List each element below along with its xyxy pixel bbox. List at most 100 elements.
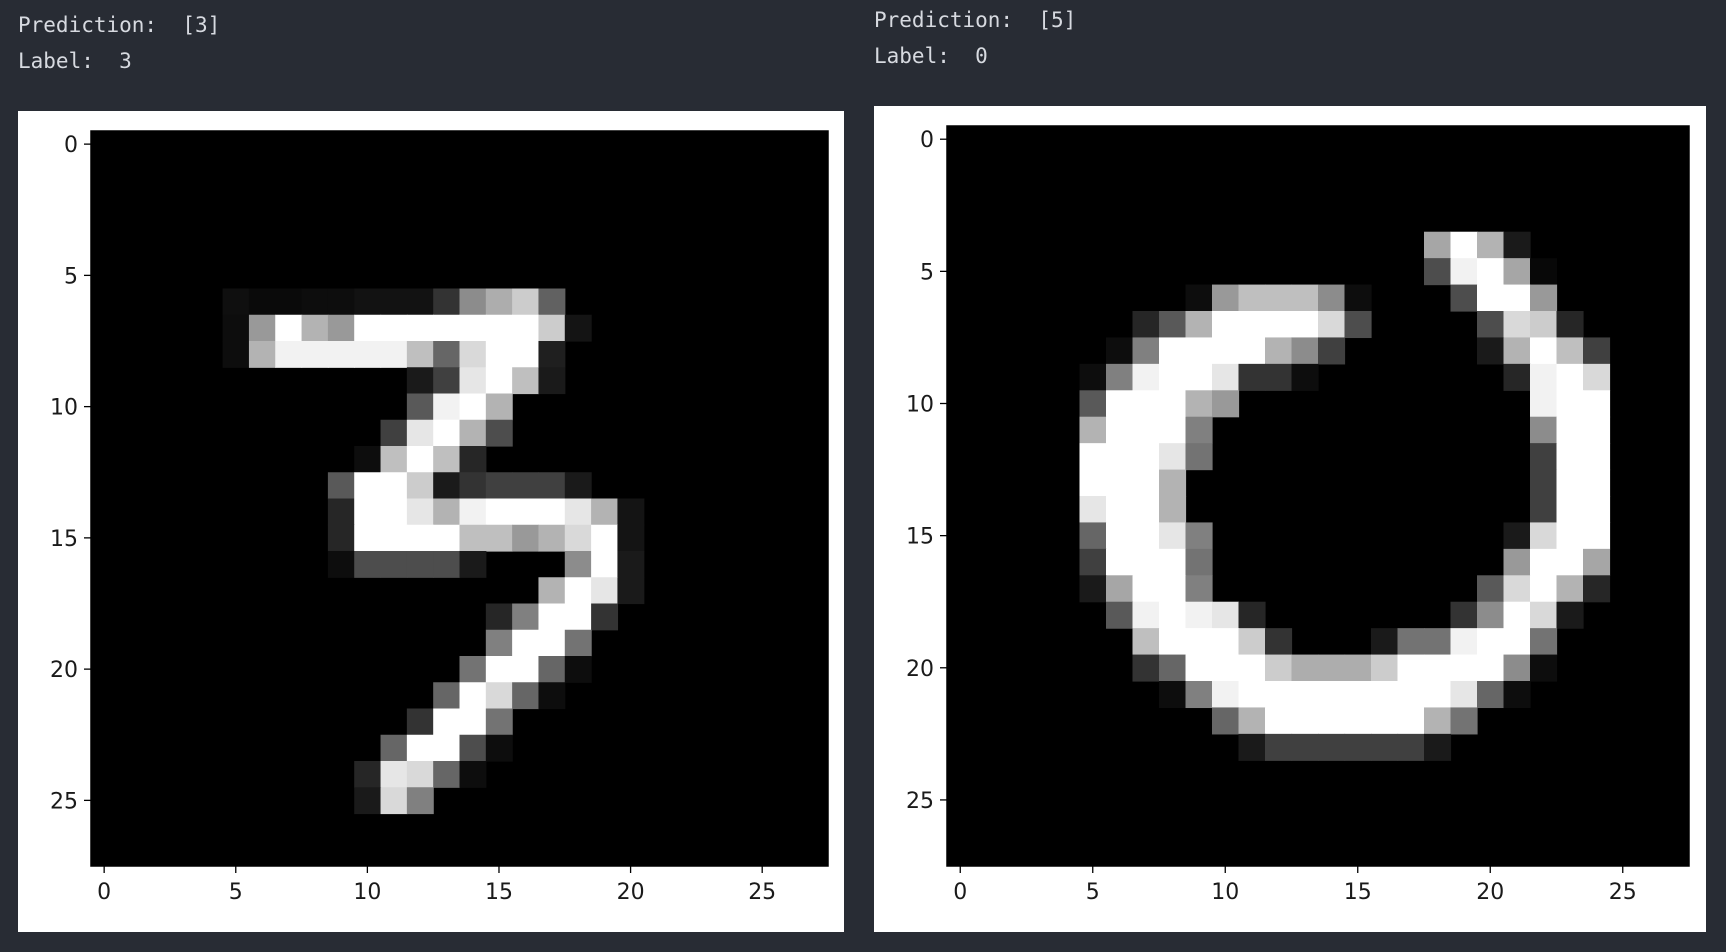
pixel — [1106, 363, 1134, 391]
output-cell-2: Prediction: [5] Label: 0 0 5 10 15 20 25 0 5 10 1… — [860, 0, 1726, 952]
pixel — [591, 603, 619, 631]
pixel — [1079, 416, 1107, 444]
pixel — [617, 577, 645, 605]
pixel — [1132, 496, 1160, 524]
pixel — [1583, 548, 1611, 576]
pixel — [564, 603, 592, 631]
y-tick-label: 15 — [50, 527, 78, 552]
pixel — [1450, 654, 1478, 682]
pixel — [1079, 548, 1107, 576]
pixel — [1424, 654, 1452, 682]
pixel — [538, 367, 566, 395]
pixel — [1106, 416, 1134, 444]
pixel — [222, 341, 250, 368]
pixel — [591, 524, 619, 552]
pixel — [380, 446, 408, 473]
pixel — [354, 341, 382, 368]
label-line-2: Label: 0 — [874, 38, 988, 74]
pixel — [512, 682, 540, 710]
pixel — [1450, 284, 1478, 312]
pixel — [459, 682, 487, 710]
pixel — [380, 524, 408, 552]
pixel — [1132, 601, 1160, 629]
pixel — [512, 367, 540, 395]
pixel — [512, 314, 540, 342]
pixel — [1212, 363, 1240, 391]
pixel — [1291, 654, 1319, 682]
pixel — [1530, 390, 1558, 418]
pixel — [1477, 681, 1505, 709]
pixel — [1530, 258, 1558, 286]
pixel — [459, 708, 487, 736]
pixel — [485, 472, 513, 500]
pixel — [1503, 628, 1531, 656]
pixel — [1344, 311, 1372, 339]
pixel — [1159, 337, 1187, 365]
pixel — [564, 498, 592, 526]
pixel — [380, 314, 408, 342]
pixel — [1477, 601, 1505, 629]
pixel — [512, 524, 540, 552]
pixel — [1238, 654, 1266, 682]
pixel — [406, 551, 434, 578]
pixel — [406, 708, 434, 736]
pixel — [485, 341, 513, 368]
pixel — [406, 288, 434, 316]
pixel — [1265, 654, 1293, 682]
pixel — [1106, 496, 1134, 524]
pixel — [485, 393, 513, 421]
pixel — [1132, 469, 1160, 497]
pixel — [538, 498, 566, 526]
pixel — [1397, 681, 1425, 709]
pixel — [406, 393, 434, 421]
pixel — [248, 288, 276, 316]
pixel — [354, 314, 382, 342]
pixel — [459, 761, 487, 788]
pixel — [564, 629, 592, 657]
pixel — [380, 472, 408, 500]
pixel — [1424, 258, 1452, 286]
pixel — [1318, 311, 1346, 339]
pixel — [1477, 654, 1505, 682]
digit-figure-1: 0 5 10 15 20 25 0 5 10 15 20 25 — [18, 111, 844, 932]
pixel — [1185, 628, 1213, 656]
y-tick-label: 0 — [64, 133, 78, 158]
pixel — [433, 734, 461, 762]
y-tick-label: 5 — [920, 260, 934, 285]
pixel — [485, 656, 513, 683]
pixel — [380, 419, 408, 447]
pixel — [406, 734, 434, 762]
pixel — [1079, 575, 1107, 603]
pixel — [1159, 548, 1187, 576]
pixel — [1159, 681, 1187, 709]
pixel — [1291, 284, 1319, 312]
pixel — [1106, 601, 1134, 629]
pixel — [1185, 654, 1213, 682]
pixel — [1185, 416, 1213, 444]
pixel — [1159, 496, 1187, 524]
pixel — [1556, 522, 1584, 550]
pixel — [1079, 443, 1107, 471]
pixel — [1185, 575, 1213, 603]
pixel — [1106, 548, 1134, 576]
pixel — [1397, 707, 1425, 735]
pixel — [564, 656, 592, 683]
x-tick-label: 10 — [1211, 880, 1239, 905]
pixel — [1583, 363, 1611, 391]
x-tick-label: 25 — [1609, 880, 1637, 905]
pixel — [485, 288, 513, 316]
pixel — [1344, 733, 1372, 761]
pixel — [1530, 601, 1558, 629]
pixel — [248, 341, 276, 368]
pixel — [380, 787, 408, 815]
pixel — [512, 288, 540, 316]
pixel — [1185, 681, 1213, 709]
pixel — [485, 629, 513, 657]
pixel — [433, 761, 461, 788]
pixel — [1583, 469, 1611, 497]
pixel — [1265, 707, 1293, 735]
pixel — [459, 656, 487, 683]
pixel — [1583, 416, 1611, 444]
pixel — [1106, 337, 1134, 365]
pixel — [1530, 628, 1558, 656]
